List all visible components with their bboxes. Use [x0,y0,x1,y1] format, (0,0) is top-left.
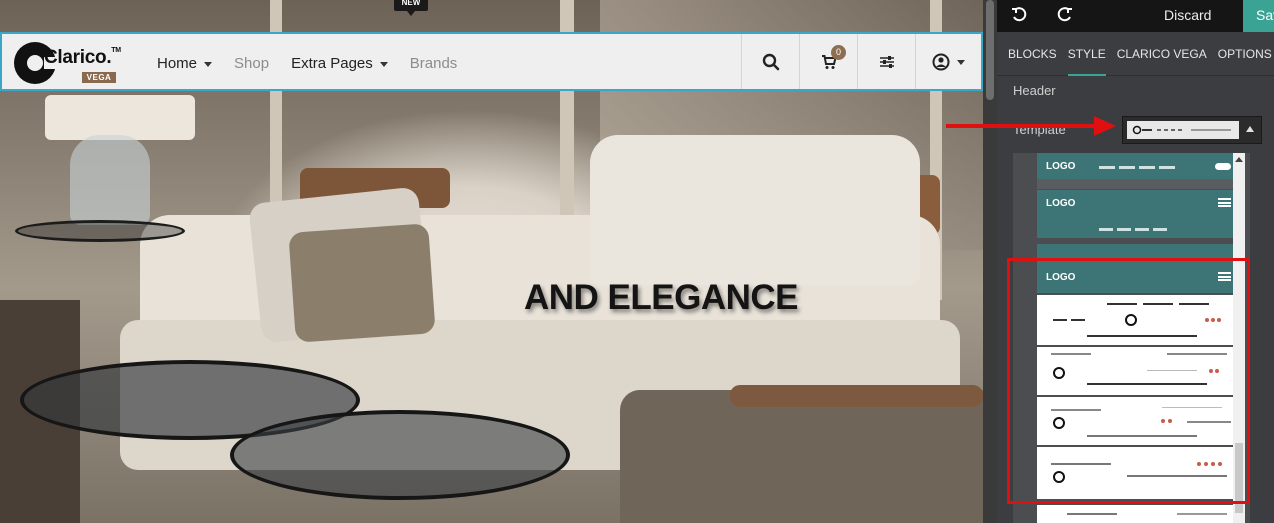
lamp-base [70,135,150,225]
logo-tm: TM [111,47,121,54]
search-button[interactable] [741,34,799,89]
red-arrow-head [1094,116,1116,136]
tab-style[interactable]: STYLE [1067,32,1106,76]
new-badge: NEW [394,0,428,16]
editor-toolbar: Discard Save [997,0,1274,32]
logo-subtitle: VEGA [82,72,116,83]
caret-down-icon [379,62,388,67]
nav-home-label: Home [157,55,198,72]
site-logo[interactable]: Clarico.TM VEGA [14,41,122,87]
sofa-headrest [590,135,920,285]
canvas-scrollbar[interactable] [983,0,997,523]
template-option[interactable]: LOGO [1037,190,1241,238]
pillow-brown [288,223,436,343]
user-menu-button[interactable] [915,34,981,89]
website-canvas: AND ELEGANCE Clarico.TM VEGA Home Shop E… [0,0,983,523]
nav-shop[interactable]: Shop [234,55,269,72]
site-header[interactable]: Clarico.TM VEGA Home Shop Extra Pages Br… [0,32,983,91]
cart-count-badge: 0 [831,45,846,60]
nav-extra-pages-label: Extra Pages [291,55,373,72]
caret-down-icon [957,60,965,65]
caret-up-icon[interactable] [1235,157,1243,162]
armchair-arm [730,385,983,407]
main-nav: Home Shop Extra Pages Brands [157,34,479,93]
nav-brands-label: Brands [409,55,458,72]
caret-up-icon [1246,126,1254,132]
side-table [15,220,185,242]
template-logo-text: LOGO [1046,198,1076,209]
filter-button[interactable] [857,34,915,89]
template-option[interactable] [1037,505,1241,523]
discard-button[interactable]: Discard [1164,7,1211,23]
armchair-right [620,390,983,523]
redo-icon[interactable] [1057,7,1073,23]
header-preview-thumbnail [1132,125,1231,135]
nav-brands[interactable]: Brands [410,55,458,72]
scrollbar-thumb[interactable] [986,0,994,100]
tab-blocks[interactable]: BLOCKS [1008,32,1057,76]
red-arrow [946,124,1098,128]
search-icon [762,53,779,70]
template-preview [1127,121,1239,139]
lamp-shade [45,95,195,140]
highlight-box [1007,258,1250,504]
user-icon [932,53,950,70]
tab-clarico-vega[interactable]: CLARICO VEGA [1117,32,1207,76]
nav-shop-label: Shop [234,55,270,72]
caret-down-icon [204,62,213,67]
editor-tabs: BLOCKS STYLE CLARICO VEGA OPTIONS [997,32,1274,76]
sliders-icon [879,55,894,68]
coffee-table [230,410,570,500]
cart-button[interactable]: 0 [799,34,857,89]
save-button[interactable]: Save [1243,0,1274,32]
nav-home[interactable]: Home [157,55,213,72]
template-logo-text: LOGO [1046,161,1076,172]
template-option[interactable]: LOGO [1037,153,1241,179]
header-actions: 0 [741,34,981,89]
section-title: Header [1013,83,1056,98]
hero-heading[interactable]: AND ELEGANCE [524,278,799,318]
hamburger-icon [1218,198,1231,207]
logo-text: Clarico. [44,47,112,68]
nav-extra-pages[interactable]: Extra Pages [291,55,388,72]
tab-options[interactable]: OPTIONS [1218,32,1272,76]
template-select[interactable] [1122,116,1262,144]
undo-icon[interactable] [1011,7,1027,23]
